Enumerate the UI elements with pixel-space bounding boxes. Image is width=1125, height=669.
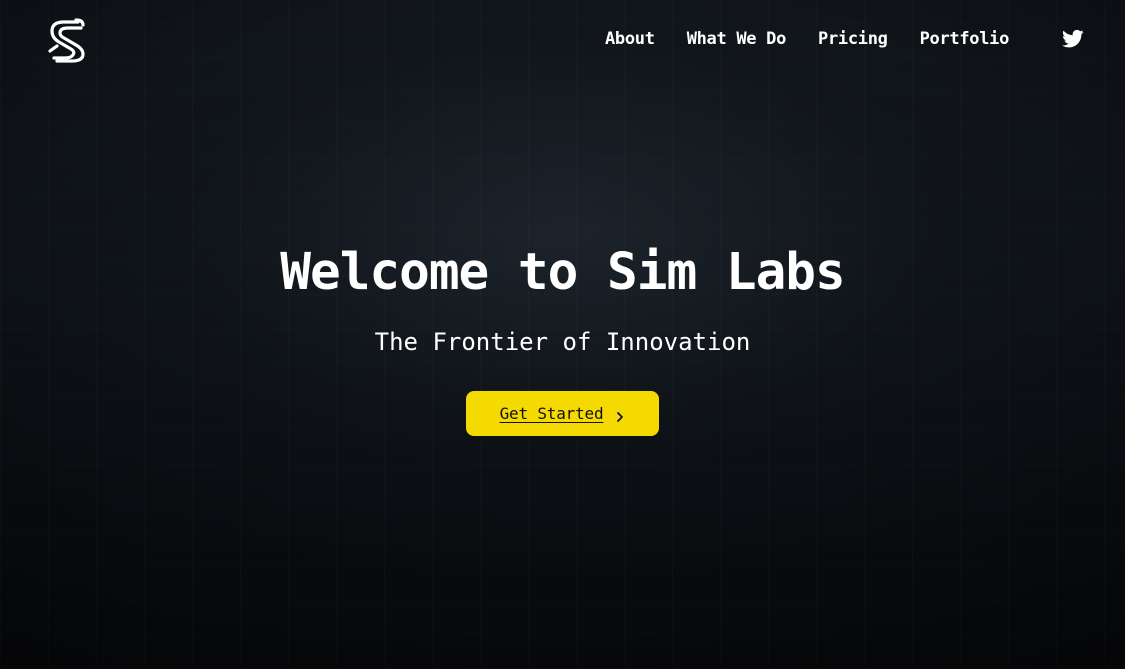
chevron-right-icon — [615, 408, 625, 422]
get-started-button[interactable]: Get Started — [466, 391, 659, 436]
nav-link-what-we-do[interactable]: What We Do — [687, 28, 787, 50]
hero-subtitle: The Frontier of Innovation — [374, 328, 751, 356]
sim-labs-logo-icon[interactable] — [45, 17, 89, 63]
nav-link-portfolio[interactable]: Portfolio — [920, 28, 1010, 50]
main-nav: About What We Do Pricing Portfolio — [605, 28, 1009, 50]
get-started-label: Get Started — [499, 404, 604, 423]
nav-link-about[interactable]: About — [605, 28, 655, 50]
nav-link-pricing[interactable]: Pricing — [818, 28, 888, 50]
hero-title: Welcome to Sim Labs — [280, 243, 845, 302]
site-header: About What We Do Pricing Portfolio — [0, 0, 1125, 80]
twitter-icon[interactable] — [1062, 29, 1084, 49]
hero-section: Welcome to Sim Labs The Frontier of Inno… — [0, 238, 1125, 358]
